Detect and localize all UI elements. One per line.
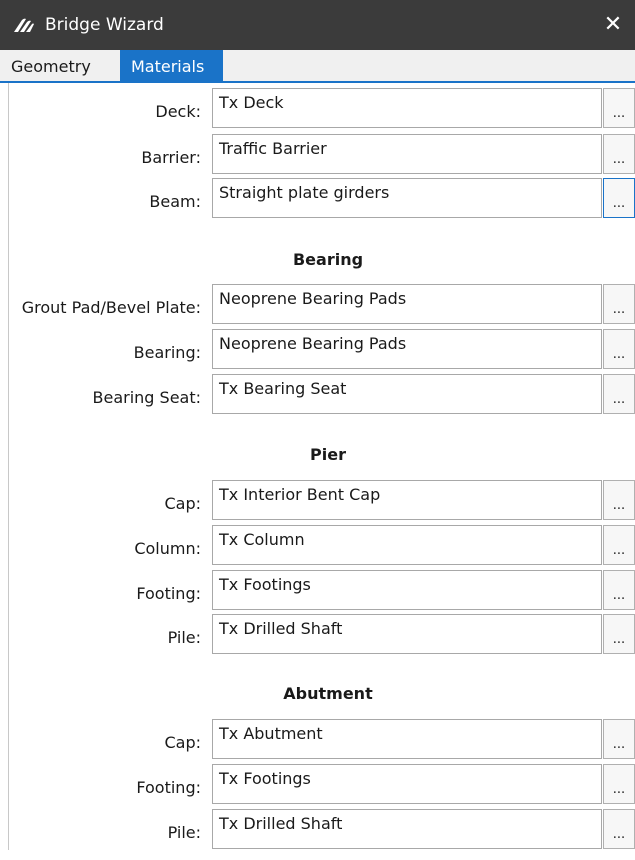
pier-column-row: Column: Tx Column ...	[0, 525, 635, 570]
abutment-cap-row: Cap: Tx Abutment ...	[0, 719, 635, 764]
tab-strip: Geometry Materials	[0, 50, 635, 83]
grout-pad-row: Grout Pad/Bevel Plate: Neoprene Bearing …	[0, 284, 635, 329]
bearing-row: Bearing: Neoprene Bearing Pads ...	[0, 329, 635, 374]
close-icon[interactable]: ✕	[591, 0, 635, 50]
bearing-field[interactable]: Neoprene Bearing Pads	[212, 329, 602, 369]
barrier-field[interactable]: Traffic Barrier	[212, 134, 602, 174]
grout-pad-field[interactable]: Neoprene Bearing Pads	[212, 284, 602, 324]
window-title: Bridge Wizard	[45, 15, 164, 35]
abutment-pile-field[interactable]: Tx Drilled Shaft	[212, 809, 602, 849]
abutment-section-title: Abutment	[283, 684, 373, 703]
app-logo-icon	[14, 18, 34, 32]
pier-pile-field[interactable]: Tx Drilled Shaft	[212, 614, 602, 654]
abutment-cap-browse-button[interactable]: ...	[603, 719, 635, 759]
barrier-row: Barrier: Traffic Barrier ...	[0, 134, 635, 179]
abutment-pile-label: Pile:	[167, 823, 201, 842]
pier-cap-row: Cap: Tx Interior Bent Cap ...	[0, 480, 635, 525]
pier-column-label: Column:	[134, 539, 201, 558]
pier-pile-browse-button[interactable]: ...	[603, 614, 635, 654]
pier-footing-label: Footing:	[136, 584, 201, 603]
bearing-seat-row: Bearing Seat: Tx Bearing Seat ...	[0, 374, 635, 419]
bearing-seat-label: Bearing Seat:	[92, 388, 202, 407]
pier-footing-field[interactable]: Tx Footings	[212, 570, 602, 610]
beam-row: Beam: Straight plate girders ...	[0, 178, 635, 223]
deck-field[interactable]: Tx Deck	[212, 88, 602, 128]
deck-row: Deck: Tx Deck ...	[0, 88, 635, 133]
abutment-pile-browse-button[interactable]: ...	[603, 809, 635, 849]
barrier-browse-button[interactable]: ...	[603, 134, 635, 174]
pier-footing-browse-button[interactable]: ...	[603, 570, 635, 610]
grout-pad-label: Grout Pad/Bevel Plate:	[21, 298, 201, 317]
abutment-footing-row: Footing: Tx Footings ...	[0, 764, 635, 809]
abutment-cap-field[interactable]: Tx Abutment	[212, 719, 602, 759]
abutment-cap-label: Cap:	[164, 733, 201, 752]
beam-browse-button[interactable]: ...	[603, 178, 635, 218]
pier-cap-field[interactable]: Tx Interior Bent Cap	[212, 480, 602, 520]
pier-column-browse-button[interactable]: ...	[603, 525, 635, 565]
title-bar: Bridge Wizard ✕	[0, 0, 635, 50]
pier-section-title: Pier	[310, 445, 346, 464]
bearing-label: Bearing:	[133, 343, 201, 362]
abutment-footing-label: Footing:	[136, 778, 201, 797]
deck-label: Deck:	[155, 102, 201, 121]
pier-cap-browse-button[interactable]: ...	[603, 480, 635, 520]
tab-geometry[interactable]: Geometry	[0, 50, 115, 81]
bearing-section-title: Bearing	[292, 250, 364, 269]
bearing-seat-browse-button[interactable]: ...	[603, 374, 635, 414]
grout-pad-browse-button[interactable]: ...	[603, 284, 635, 324]
abutment-pile-row: Pile: Tx Drilled Shaft ...	[0, 809, 635, 854]
pier-column-field[interactable]: Tx Column	[212, 525, 602, 565]
bearing-browse-button[interactable]: ...	[603, 329, 635, 369]
abutment-footing-browse-button[interactable]: ...	[603, 764, 635, 804]
deck-browse-button[interactable]: ...	[603, 88, 635, 128]
bearing-seat-field[interactable]: Tx Bearing Seat	[212, 374, 602, 414]
tab-materials[interactable]: Materials	[120, 50, 223, 81]
beam-label: Beam:	[149, 192, 201, 211]
barrier-label: Barrier:	[141, 148, 201, 167]
abutment-footing-field[interactable]: Tx Footings	[212, 764, 602, 804]
pier-footing-row: Footing: Tx Footings ...	[0, 570, 635, 615]
pier-pile-row: Pile: Tx Drilled Shaft ...	[0, 614, 635, 659]
beam-field[interactable]: Straight plate girders	[212, 178, 602, 218]
pier-cap-label: Cap:	[164, 494, 201, 513]
pier-pile-label: Pile:	[167, 628, 201, 647]
